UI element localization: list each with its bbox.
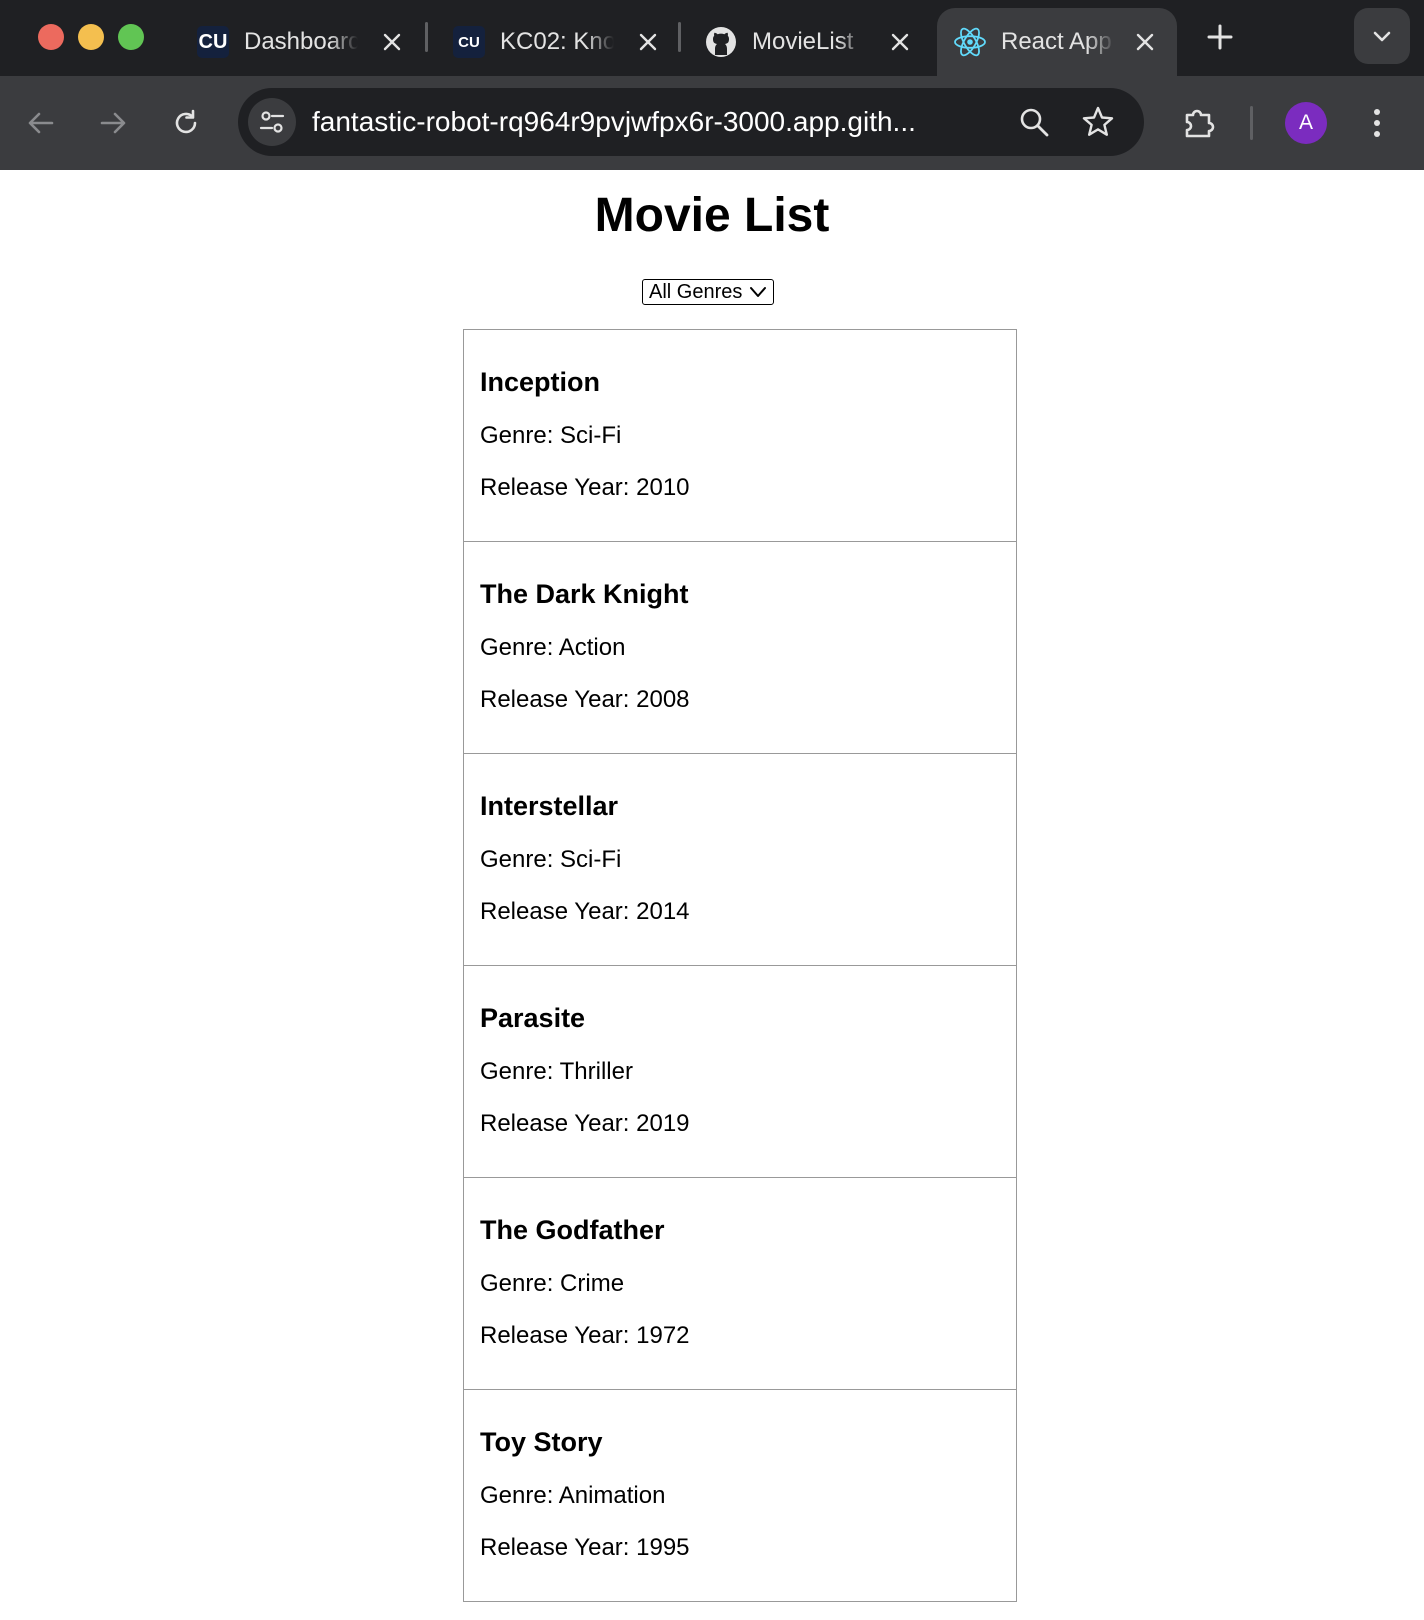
movie-release-year: Release Year: 1995: [480, 1534, 690, 1561]
new-tab-plus-icon[interactable]: [1203, 20, 1237, 54]
genre-filter-value: All Genres: [649, 280, 743, 303]
cu-logo-icon: CU: [452, 25, 486, 59]
tab-title: React App: [1001, 28, 1112, 55]
close-icon[interactable]: [380, 30, 404, 54]
reload-icon: [175, 109, 197, 134]
toolbar-divider: [1250, 106, 1253, 140]
tab-movielist[interactable]: MovieList: [688, 8, 932, 76]
back-button[interactable]: [22, 104, 60, 142]
tab-strip: CU Dashboard CU KC02: Knowledge MovieLis…: [0, 0, 1424, 76]
extensions-button[interactable]: [1180, 104, 1218, 142]
movie-card: Parasite Genre: Thriller Release Year: 2…: [463, 965, 1017, 1178]
movie-genre: Genre: Thriller: [480, 1058, 633, 1085]
close-icon[interactable]: [1133, 30, 1157, 54]
movie-card: The Godfather Genre: Crime Release Year:…: [463, 1177, 1017, 1390]
movie-release-year: Release Year: 1972: [480, 1322, 690, 1349]
movie-release-year: Release Year: 2014: [480, 898, 690, 925]
magnifier-icon: [1020, 108, 1049, 137]
react-icon: [953, 25, 987, 59]
chevron-down-icon: [1373, 31, 1391, 42]
page-title: Movie List: [594, 189, 830, 242]
close-icon[interactable]: [888, 30, 912, 54]
movie-genre: Genre: Sci-Fi: [480, 422, 622, 449]
arrow-left-icon: [28, 112, 54, 134]
movie-genre: Genre: Action: [480, 634, 626, 661]
chevron-down-icon: [750, 287, 766, 297]
window-zoom-button[interactable]: [118, 24, 144, 50]
close-icon[interactable]: [636, 30, 660, 54]
movie-card: Inception Genre: Sci-Fi Release Year: 20…: [463, 329, 1017, 542]
genre-filter-select[interactable]: All Genres: [642, 279, 774, 305]
window-minimize-button[interactable]: [78, 24, 104, 50]
zoom-button[interactable]: [1014, 102, 1054, 142]
reload-button[interactable]: [167, 104, 205, 142]
tab-react-app[interactable]: React App: [937, 8, 1177, 76]
tab-dashboard[interactable]: CU Dashboard: [180, 8, 424, 76]
tab-title: MovieList: [752, 28, 854, 55]
profile-avatar[interactable]: A: [1285, 102, 1327, 144]
movie-title: Toy Story: [480, 1427, 603, 1457]
puzzle-icon: [1185, 109, 1215, 138]
movie-genre: Genre: Crime: [480, 1270, 625, 1297]
page-content: Movie List All Genres Inception Genre: S…: [0, 170, 1424, 1620]
star-icon: [1082, 106, 1114, 136]
bookmark-button[interactable]: [1078, 102, 1118, 142]
tab-title: KC02: Knowledge: [500, 28, 614, 55]
movie-title: Parasite: [480, 1003, 586, 1033]
movie-release-year: Release Year: 2010: [480, 474, 690, 501]
movie-list: Inception Genre: Sci-Fi Release Year: 20…: [463, 329, 1017, 1602]
tab-search-button[interactable]: [1354, 8, 1410, 64]
kebab-menu-icon: [1374, 109, 1380, 137]
movie-release-year: Release Year: 2019: [480, 1110, 690, 1137]
github-icon: [704, 25, 738, 59]
movie-card: Toy Story Genre: Animation Release Year:…: [463, 1389, 1017, 1602]
movie-card: The Dark Knight Genre: Action Release Ye…: [463, 541, 1017, 754]
browser-toolbar: fantastic-robot-rq964r9pvjwfpx6r-3000.ap…: [0, 76, 1424, 170]
forward-button[interactable]: [94, 104, 132, 142]
arrow-right-icon: [100, 112, 126, 134]
tab-title: Dashboard: [244, 28, 358, 55]
movie-release-year: Release Year: 2008: [480, 686, 690, 713]
movie-title: Interstellar: [480, 791, 619, 821]
movie-genre: Genre: Sci-Fi: [480, 846, 622, 873]
movie-card: Interstellar Genre: Sci-Fi Release Year:…: [463, 753, 1017, 966]
tab-kc02[interactable]: CU KC02: Knowledge: [436, 8, 680, 76]
movie-title: The Godfather: [480, 1215, 665, 1245]
address-bar[interactable]: fantastic-robot-rq964r9pvjwfpx6r-3000.ap…: [238, 88, 1144, 156]
tab-separator: [425, 22, 428, 52]
site-info-button[interactable]: [248, 98, 296, 146]
movie-genre: Genre: Animation: [480, 1482, 666, 1509]
window-close-button[interactable]: [38, 24, 64, 50]
cu-logo-icon: CU: [196, 25, 230, 59]
tab-separator: [678, 22, 681, 52]
tune-icon: [259, 111, 285, 133]
movie-title: Inception: [480, 367, 600, 397]
url-text[interactable]: fantastic-robot-rq964r9pvjwfpx6r-3000.ap…: [312, 88, 932, 156]
browser-menu-button[interactable]: [1358, 104, 1396, 142]
movie-title: The Dark Knight: [480, 579, 689, 609]
